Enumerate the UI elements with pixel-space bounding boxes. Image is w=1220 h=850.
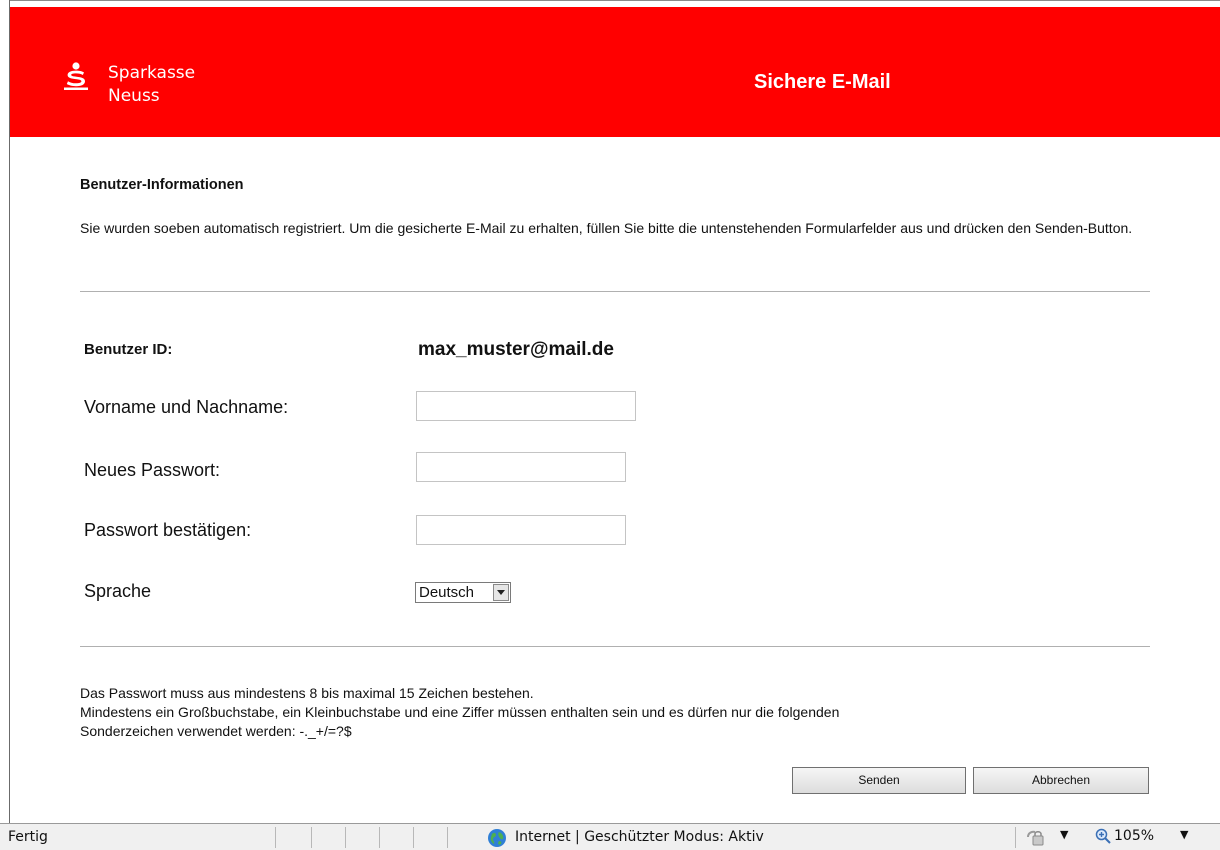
magnifier-icon bbox=[1095, 828, 1111, 844]
section-title: Benutzer-Informationen bbox=[80, 177, 244, 193]
globe-icon bbox=[488, 829, 506, 847]
chevron-down-icon[interactable]: ▼ bbox=[1180, 828, 1188, 841]
status-separator bbox=[447, 827, 448, 848]
page-title: Sichere E-Mail bbox=[754, 71, 891, 93]
password-input[interactable] bbox=[416, 452, 626, 482]
chevron-down-icon[interactable]: ▼ bbox=[1060, 828, 1068, 841]
confirm-password-label: Passwort bestätigen: bbox=[84, 520, 252, 540]
chevron-down-icon[interactable] bbox=[493, 584, 509, 601]
language-select-value: Deutsch bbox=[419, 584, 475, 601]
brand-name: Sparkasse Neuss bbox=[108, 62, 195, 108]
sparkasse-logo: Sparkasse Neuss bbox=[64, 62, 224, 122]
send-button[interactable]: Senden bbox=[792, 767, 966, 794]
zone-text: Internet | Geschützter Modus: Aktiv bbox=[515, 829, 764, 845]
cancel-button[interactable]: Abbrechen bbox=[973, 767, 1149, 794]
zoom-level: 105% bbox=[1114, 828, 1155, 844]
brand-line-1: Sparkasse bbox=[108, 63, 196, 83]
browser-status-bar: Fertig Internet | Geschützter Modus: Akt… bbox=[0, 823, 1220, 850]
user-id-label: Benutzer ID: bbox=[84, 341, 173, 358]
status-text: Fertig bbox=[8, 829, 48, 845]
confirm-password-input[interactable] bbox=[416, 515, 626, 545]
status-separator bbox=[311, 827, 312, 848]
window-top-border bbox=[9, 0, 1220, 1]
status-separator bbox=[379, 827, 380, 848]
status-separator bbox=[345, 827, 346, 848]
password-rule-line-3: Sonderzeichen verwendet werden: -._+/=?$ bbox=[80, 723, 352, 739]
page-header: Sparkasse Neuss Sichere E-Mail bbox=[10, 7, 1220, 137]
language-select[interactable]: Deutsch bbox=[415, 582, 511, 603]
name-input[interactable] bbox=[416, 391, 636, 421]
lock-icon[interactable] bbox=[1025, 828, 1045, 846]
status-separator bbox=[413, 827, 414, 848]
status-separator bbox=[1015, 827, 1016, 848]
divider-top bbox=[80, 291, 1150, 292]
password-label: Neues Passwort: bbox=[84, 460, 221, 480]
intro-text: Sie wurden soeben automatisch registrier… bbox=[80, 220, 1133, 236]
language-label: Sprache bbox=[84, 581, 152, 601]
password-rule-line-2: Mindestens ein Großbuchstabe, ein Kleinb… bbox=[80, 704, 840, 720]
name-label: Vorname und Nachname: bbox=[84, 397, 289, 417]
divider-bottom bbox=[80, 646, 1150, 647]
brand-line-2: Neuss bbox=[108, 86, 160, 106]
status-separator bbox=[275, 827, 276, 848]
sparkasse-s-icon bbox=[64, 62, 88, 90]
user-id-value: max_muster@mail.de bbox=[418, 339, 614, 360]
password-rule-line-1: Das Passwort muss aus mindestens 8 bis m… bbox=[80, 685, 534, 701]
password-rules: Das Passwort muss aus mindestens 8 bis m… bbox=[80, 684, 1160, 741]
